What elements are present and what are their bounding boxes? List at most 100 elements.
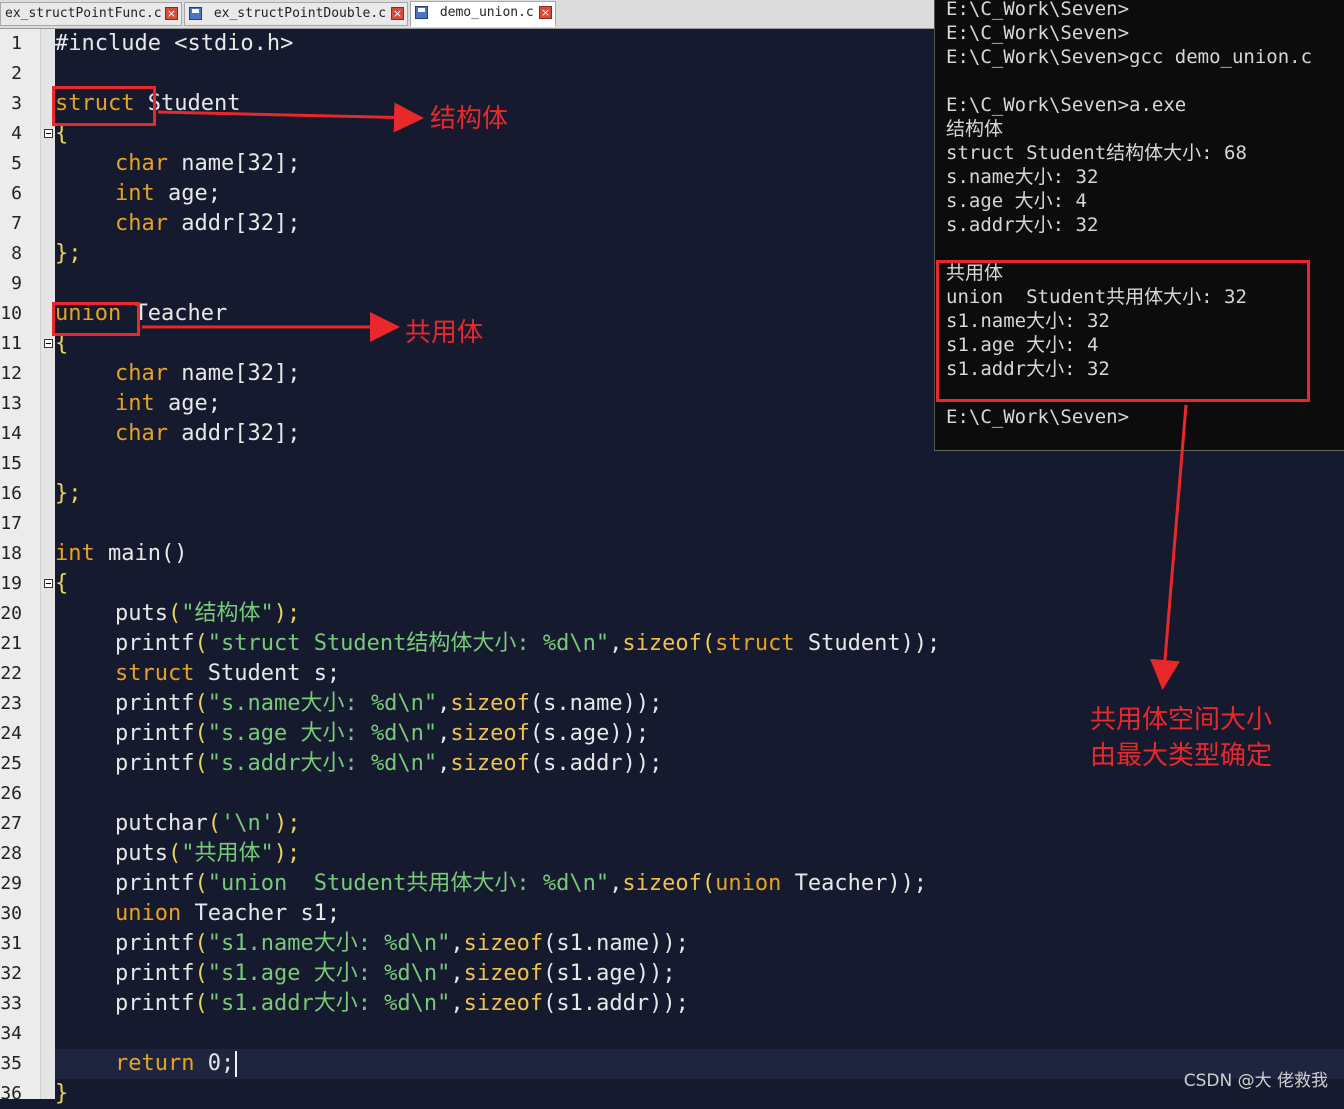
code-line: char addr[32];: [115, 209, 300, 239]
code-line: char name[32];: [115, 149, 300, 179]
paren: (: [194, 931, 208, 956]
string-literal: "union Student共用体大小: %d\n": [207, 871, 610, 896]
line-number: 27: [0, 813, 22, 834]
function-name: main(): [94, 541, 188, 566]
console-line: 结构体: [946, 118, 1004, 140]
keyword-return: return: [115, 1051, 195, 1076]
line-number: 19: [0, 573, 22, 594]
close-icon[interactable]: ×: [539, 6, 552, 19]
note-annotation-line2: 由最大类型确定: [1090, 741, 1273, 771]
line-number: 22: [0, 663, 22, 684]
line-number: 8: [11, 243, 22, 264]
function-call: printf: [115, 961, 195, 986]
string-literal: "s1.name大小: %d\n": [207, 931, 451, 956]
fold-toggle-icon[interactable]: [44, 339, 53, 348]
line-number: 17: [0, 513, 22, 534]
tab-ex-structpointfunc[interactable]: ex_structPointFunc.c ×: [0, 2, 182, 26]
console-line: E:\C_Work\Seven>a.exe: [946, 94, 1187, 116]
keyword-int: int: [55, 541, 95, 566]
paren: (: [194, 991, 208, 1016]
line-number: 24: [0, 723, 22, 744]
close-icon[interactable]: ×: [391, 7, 404, 20]
declaration: addr[32];: [167, 211, 301, 236]
keyword-char: char: [115, 421, 168, 446]
brace: };: [55, 481, 82, 506]
line-number: 2: [11, 63, 22, 84]
declaration: name[32];: [167, 151, 301, 176]
struct-highlight-box: [52, 86, 156, 126]
line-number: 23: [0, 693, 22, 714]
line-number: 13: [0, 393, 22, 414]
line-number: 6: [11, 183, 22, 204]
line-number: 33: [0, 993, 22, 1014]
tab-ex-structpointdouble[interactable]: ex_structPointDouble.c ×: [184, 2, 408, 26]
line-number: 32: [0, 963, 22, 984]
close-icon[interactable]: ×: [165, 7, 178, 20]
tab-bar: ex_structPointFunc.c × ex_structPointDou…: [0, 0, 934, 29]
punctuation: ,: [437, 691, 451, 716]
code-line: struct Student s;: [115, 659, 340, 689]
keyword-struct: struct: [115, 661, 195, 686]
string-literal: "s1.age 大小: %d\n": [207, 961, 451, 986]
code-line: puts("结构体");: [115, 599, 300, 629]
tab-demo-union[interactable]: demo_union.c ×: [410, 1, 556, 27]
fold-toggle-icon[interactable]: [44, 129, 53, 138]
code-line: int age;: [115, 389, 221, 419]
line-number: 25: [0, 753, 22, 774]
paren: (: [194, 961, 208, 986]
code-line: char addr[32];: [115, 419, 300, 449]
line-number: 11: [0, 333, 22, 354]
preprocessor-include: #include <stdio.h>: [55, 31, 294, 56]
string-literal: "s.age 大小: %d\n": [207, 721, 438, 746]
line-number: 21: [0, 633, 22, 654]
sizeof-operator: sizeof: [450, 691, 530, 716]
line-number: 29: [0, 873, 22, 894]
code-line: #include <stdio.h>: [55, 29, 293, 59]
function-call: putchar: [115, 811, 208, 836]
identifier: Student));: [794, 631, 941, 656]
paren: (: [194, 691, 208, 716]
console-line: s.age 大小: 4: [946, 190, 1087, 212]
fold-toggle-icon[interactable]: [44, 579, 53, 588]
function-call: puts: [115, 841, 168, 866]
declaration: Teacher s1;: [181, 901, 341, 926]
keyword-int: int: [115, 181, 155, 206]
code-line: };: [55, 239, 82, 269]
line-number: 14: [0, 423, 22, 444]
line-number: 5: [11, 153, 22, 174]
paren: (: [194, 751, 208, 776]
keyword-struct: struct: [715, 631, 795, 656]
char-literal: '\n': [220, 811, 274, 836]
identifier: (s1.name));: [543, 931, 689, 956]
punctuation: ,: [437, 721, 451, 746]
save-file-icon: [189, 6, 202, 20]
sizeof-operator: sizeof: [463, 991, 544, 1016]
sizeof-operator: sizeof: [450, 751, 530, 776]
text-cursor: [235, 1051, 238, 1077]
console-line: E:\C_Work\Seven>gcc demo_union.c: [946, 46, 1313, 68]
function-call: printf: [115, 991, 195, 1016]
declaration: name[32];: [167, 361, 301, 386]
string-literal: "s1.addr大小: %d\n": [207, 991, 451, 1016]
punctuation: ,: [450, 931, 464, 956]
identifier: (s.name));: [529, 691, 663, 716]
function-call: printf: [115, 691, 195, 716]
line-number-gutter: 1 2 3 4 5 6 7 8 9 10 11 12 13 14 15 16 17 18 19 20 21 22 23 24 2…: [0, 29, 40, 1104]
declaration: addr[32];: [167, 421, 301, 446]
function-call: printf: [115, 751, 195, 776]
console-line: s.addr大小: 32: [946, 214, 1099, 236]
code-line: return 0;: [115, 1049, 238, 1079]
code-line: char name[32];: [115, 359, 300, 389]
union-highlight-box: [52, 302, 140, 336]
identifier: Teacher));: [781, 871, 928, 896]
return-value: 0;: [194, 1051, 235, 1076]
line-number: 31: [0, 933, 22, 954]
line-number: 1: [11, 33, 22, 54]
code-line: putchar('\n');: [115, 809, 300, 839]
keyword-union: union: [715, 871, 782, 896]
line-number: 9: [11, 273, 22, 294]
line-number: 7: [11, 213, 22, 234]
line-number: 34: [0, 1023, 22, 1044]
punctuation: ,: [450, 991, 464, 1016]
brace: };: [55, 241, 82, 266]
